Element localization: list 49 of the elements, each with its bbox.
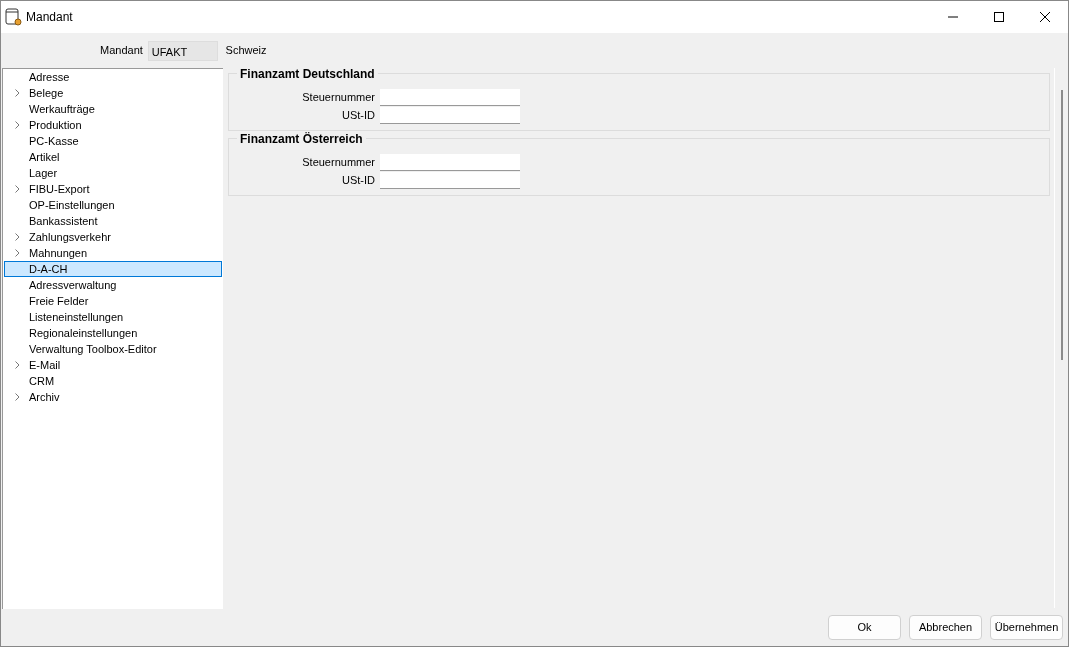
chevron-icon[interactable]: [14, 89, 20, 97]
tree-item[interactable]: Bankassistent: [4, 213, 222, 229]
tree-item[interactable]: Freie Felder: [4, 293, 222, 309]
tree-item[interactable]: Zahlungsverkehr: [4, 229, 222, 245]
group-title: Finanzamt Deutschland: [237, 67, 378, 81]
tree-item[interactable]: FIBU-Export: [4, 181, 222, 197]
input-field[interactable]: [380, 171, 520, 189]
input-field[interactable]: [380, 153, 520, 171]
tree-item[interactable]: PC-Kasse: [4, 133, 222, 149]
chevron-icon[interactable]: [14, 185, 20, 193]
field-label: Steuernummer: [301, 89, 375, 105]
mandant-field[interactable]: UFAKT: [147, 40, 218, 61]
tree-item[interactable]: OP-Einstellungen: [4, 197, 222, 213]
tree-item[interactable]: Adresse: [4, 69, 222, 85]
chevron-icon[interactable]: [14, 393, 20, 401]
tree-item[interactable]: Lager: [4, 165, 222, 181]
scrollbar-thumb[interactable]: [1060, 90, 1063, 360]
tree-item[interactable]: D-A-CH: [4, 261, 222, 277]
tree-item[interactable]: Regionaleinstellungen: [4, 325, 222, 341]
tree-item[interactable]: Artikel: [4, 149, 222, 165]
dialog-button[interactable]: Übernehmen: [990, 614, 1063, 640]
tree-item[interactable]: Verwaltung Toolbox-Editor: [4, 341, 222, 357]
group-title: Finanzamt Österreich: [237, 132, 366, 146]
window-title: Mandant: [26, 9, 73, 26]
chevron-icon[interactable]: [14, 121, 20, 129]
maximize-icon[interactable]: [994, 12, 1004, 22]
input-field[interactable]: [380, 106, 520, 124]
tree-item[interactable]: Adressverwaltung: [4, 277, 222, 293]
chevron-icon[interactable]: [14, 361, 20, 369]
mandant-label: Mandant: [100, 43, 143, 59]
tree-item[interactable]: Listeneinstellungen: [4, 309, 222, 325]
close-icon[interactable]: [1040, 12, 1050, 22]
window-app-icon: [5, 8, 23, 26]
field-label: USt-ID: [341, 172, 375, 188]
tree-item[interactable]: Mahnungen: [4, 245, 222, 261]
input-field[interactable]: [380, 88, 520, 106]
dialog-button[interactable]: Abbrechen: [909, 614, 982, 640]
tree-item[interactable]: Produktion: [4, 117, 222, 133]
field-label: USt-ID: [341, 107, 375, 123]
dialog-button[interactable]: Ok: [828, 614, 901, 640]
mandant-description: Schweiz: [225, 43, 267, 59]
chevron-icon[interactable]: [14, 249, 20, 257]
field-label: Steuernummer: [301, 154, 375, 170]
tree-item[interactable]: E-Mail: [4, 357, 222, 373]
tree-item[interactable]: Werkaufträge: [4, 101, 222, 117]
tree-item[interactable]: Archiv: [4, 389, 222, 405]
tree-item[interactable]: Belege: [4, 85, 222, 101]
chevron-icon[interactable]: [14, 233, 20, 241]
tree-item[interactable]: CRM: [4, 373, 222, 389]
